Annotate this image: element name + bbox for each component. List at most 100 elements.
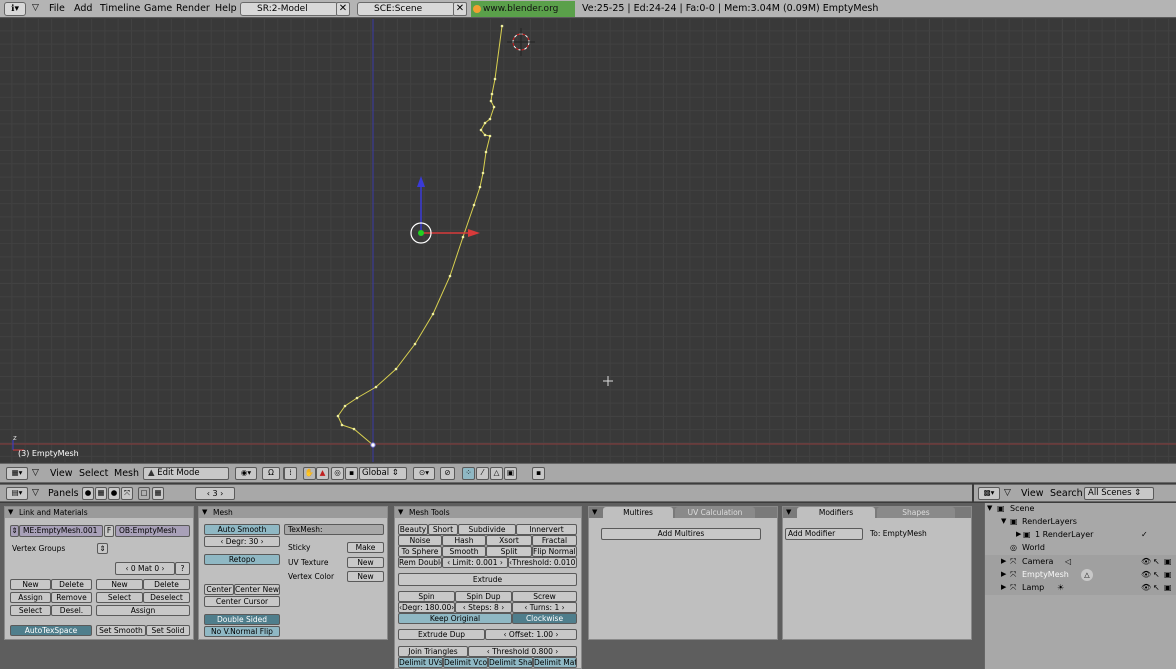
material-deselect-button[interactable]: Deselect bbox=[143, 592, 190, 603]
menu-mesh[interactable]: Mesh bbox=[114, 468, 139, 479]
limit-field[interactable]: ‹ Limit: 0.001 › bbox=[442, 557, 508, 568]
center-new-button[interactable]: Center New bbox=[234, 584, 280, 595]
material-delete-button[interactable]: Delete bbox=[143, 579, 190, 590]
spin-button[interactable]: Spin bbox=[398, 591, 455, 602]
vertex-color-new-button[interactable]: New bbox=[347, 571, 384, 582]
tab-multires[interactable]: Multires bbox=[603, 507, 673, 518]
screw-button[interactable]: Screw bbox=[512, 591, 577, 602]
delimit-vcol-toggle[interactable]: Delimit Vcol bbox=[443, 657, 488, 668]
material-index-field[interactable]: ‹ 0 Mat 0 › bbox=[115, 562, 175, 575]
add-modifier-button[interactable]: Add Modifier bbox=[785, 528, 863, 540]
delimit-mat-toggle[interactable]: Delimit Mat bbox=[533, 657, 577, 668]
menu-add[interactable]: Add bbox=[74, 3, 92, 14]
menu-select[interactable]: Select bbox=[79, 468, 108, 479]
mesh-vertex[interactable] bbox=[478, 185, 482, 189]
menu-render[interactable]: Render bbox=[176, 3, 210, 14]
tab-uv-calculation[interactable]: UV Calculation bbox=[675, 507, 755, 518]
collapse-icon[interactable]: ▽ bbox=[32, 468, 39, 478]
no-vnormal-flip-toggle[interactable]: No V.Normal Flip bbox=[204, 626, 280, 637]
offset-field[interactable]: ‹ Offset: 1.00 › bbox=[485, 629, 577, 640]
pivot-button[interactable]: Ω bbox=[262, 467, 280, 480]
mesh-vertex[interactable] bbox=[489, 99, 493, 103]
extrude-dup-button[interactable]: Extrude Dup bbox=[398, 629, 485, 640]
mesh-name-field[interactable]: ME:EmptyMesh.001 bbox=[19, 525, 103, 537]
scene-context-icon[interactable]: ▦ bbox=[152, 487, 164, 500]
frame-field[interactable]: ‹ 3 › bbox=[195, 487, 235, 500]
3d-cursor-icon[interactable] bbox=[507, 28, 535, 56]
delimit-sharp-toggle[interactable]: Delimit Shar bbox=[488, 657, 533, 668]
mesh-browse-button[interactable]: ⇕ bbox=[10, 525, 19, 537]
expand-icon[interactable]: ▶ bbox=[1016, 530, 1021, 538]
threshold-field[interactable]: ‹Threshold: 0.010› bbox=[508, 557, 577, 568]
3d-viewport[interactable]: z (3) EmptyMesh bbox=[0, 19, 1176, 462]
texmesh-field[interactable]: TexMesh: bbox=[284, 524, 384, 535]
expand-icon[interactable]: ▼ bbox=[1001, 517, 1006, 525]
area-divider[interactable] bbox=[972, 503, 984, 669]
outliner-scene[interactable]: Scene bbox=[1010, 504, 1034, 513]
mesh-vertex[interactable] bbox=[374, 385, 378, 389]
mesh-vertex[interactable] bbox=[483, 121, 487, 125]
expand-icon[interactable]: ▶ bbox=[1001, 570, 1006, 578]
material-select-button[interactable]: Select bbox=[96, 592, 143, 603]
extrude-button[interactable]: Extrude bbox=[398, 573, 577, 586]
proportional-edit-icon[interactable]: ⊙▾ bbox=[413, 467, 435, 480]
vgroup-assign-button[interactable]: Assign bbox=[10, 592, 51, 603]
mesh-vertex[interactable] bbox=[448, 274, 452, 278]
logic-context-icon[interactable]: ● bbox=[82, 487, 94, 500]
vertex-select-icon[interactable]: ⁘ bbox=[462, 467, 475, 480]
face-select-icon[interactable]: △ bbox=[490, 467, 503, 480]
join-triangles-button[interactable]: Join Triangles bbox=[398, 646, 468, 657]
tab-shapes[interactable]: Shapes bbox=[877, 507, 955, 518]
spin-degr-field[interactable]: ‹Degr: 180.00› bbox=[398, 602, 455, 613]
menu-view[interactable]: View bbox=[1021, 488, 1044, 499]
select-arrow-icon[interactable]: ↖ bbox=[1153, 557, 1160, 566]
expand-icon[interactable]: ▼ bbox=[987, 504, 992, 512]
rotate-tool-icon[interactable]: ◎ bbox=[331, 467, 344, 480]
collapse-icon[interactable]: ▽ bbox=[32, 488, 39, 498]
mesh-vertex[interactable] bbox=[355, 396, 359, 400]
mesh-vertex[interactable] bbox=[431, 312, 435, 316]
select-arrow-icon[interactable]: ↖ bbox=[1153, 570, 1160, 579]
menu-game[interactable]: Game bbox=[144, 3, 172, 14]
spin-dup-button[interactable]: Spin Dup bbox=[455, 591, 512, 602]
screen-selector[interactable]: SR:2-Model bbox=[240, 2, 338, 16]
split-button[interactable]: Split bbox=[486, 546, 532, 557]
material-new-button[interactable]: New bbox=[96, 579, 143, 590]
auto-smooth-toggle[interactable]: Auto Smooth bbox=[204, 524, 280, 535]
mesh-vertex[interactable] bbox=[500, 24, 504, 28]
vgroup-select-button[interactable]: Select bbox=[10, 605, 51, 616]
outliner[interactable]: ▼ ▣ Scene ▼ ▣ RenderLayers ▶ ▣ 1 RenderL… bbox=[984, 503, 1176, 669]
mode-selector[interactable]: ▲ Edit Mode bbox=[143, 467, 229, 480]
subdivide-button[interactable]: Subdivide bbox=[458, 524, 516, 535]
vgroup-remove-button[interactable]: Remove bbox=[51, 592, 92, 603]
mesh-vertex[interactable] bbox=[343, 404, 347, 408]
center-button[interactable]: Center bbox=[204, 584, 234, 595]
render-icon[interactable]: ▣ bbox=[1164, 570, 1172, 579]
edge-select-icon[interactable]: ⁄ bbox=[476, 467, 489, 480]
scale-tool-icon[interactable]: ▪ bbox=[345, 467, 358, 480]
auto-smooth-degr-field[interactable]: ‹ Degr: 30 › bbox=[204, 536, 280, 547]
autotexspace-toggle[interactable]: AutoTexSpace bbox=[10, 625, 92, 636]
collapse-icon[interactable]: ▼ bbox=[592, 508, 597, 516]
visibility-eye-icon[interactable]: 👁 bbox=[1141, 557, 1151, 566]
mesh-vertex[interactable] bbox=[336, 414, 340, 418]
menu-search[interactable]: Search bbox=[1050, 488, 1083, 499]
clockwise-toggle[interactable]: Clockwise bbox=[512, 613, 577, 624]
scene-selector[interactable]: SCE:Scene bbox=[357, 2, 455, 16]
panel-title[interactable]: Mesh Tools bbox=[395, 507, 581, 518]
object-name-field[interactable]: OB:EmptyMesh bbox=[115, 525, 190, 537]
menu-file[interactable]: File bbox=[49, 3, 65, 14]
menu-timeline[interactable]: Timeline bbox=[100, 3, 140, 14]
mesh-vertex[interactable] bbox=[352, 427, 356, 431]
outliner-lamp[interactable]: Lamp bbox=[1022, 583, 1044, 592]
render-icon[interactable]: ▣ bbox=[1164, 583, 1172, 592]
collapse-icon[interactable]: ▼ bbox=[786, 508, 791, 516]
set-smooth-button[interactable]: Set Smooth bbox=[96, 625, 146, 636]
jt-threshold-field[interactable]: ‹ Threshold 0.800 › bbox=[468, 646, 577, 657]
mesh-vertex[interactable] bbox=[472, 203, 476, 207]
mesh-vertex[interactable] bbox=[413, 342, 417, 346]
outliner-editor-type-button[interactable]: ▩▾ bbox=[978, 487, 1000, 500]
mesh-vertex[interactable] bbox=[493, 77, 497, 81]
select-arrow-icon[interactable]: ↖ bbox=[1153, 583, 1160, 592]
render-icon[interactable]: ▣ bbox=[1164, 557, 1172, 566]
